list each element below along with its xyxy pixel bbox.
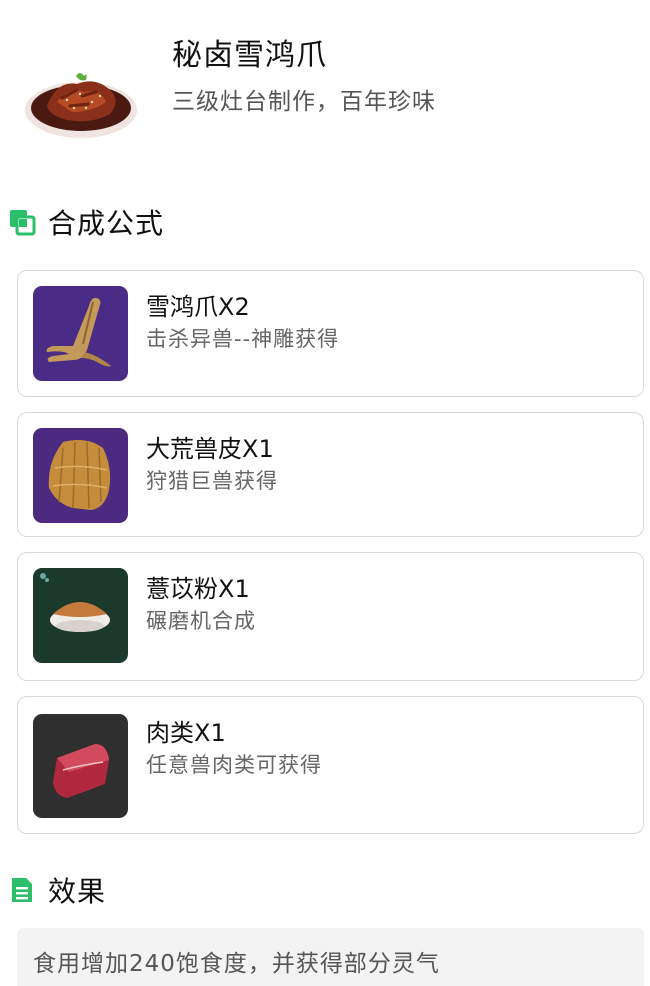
effect-text: 食用增加240饱食度，并获得部分灵气 bbox=[33, 951, 440, 977]
beast-hide-icon bbox=[33, 428, 128, 523]
powder-bowl-icon bbox=[33, 568, 128, 663]
formula-section-title: 合成公式 bbox=[48, 207, 165, 240]
bird-claw-icon bbox=[33, 286, 128, 381]
dish-header: 秘卤雪鸿爪 三级灶台制作，百年珍味 bbox=[0, 0, 650, 170]
ingredient-source: 碾磨机合成 bbox=[146, 609, 256, 633]
dish-subtitle: 三级灶台制作，百年珍味 bbox=[172, 89, 436, 115]
ingredient-card[interactable]: 肉类X1 任意兽肉类可获得 bbox=[17, 696, 644, 834]
ingredient-name: 薏苡粉X1 bbox=[146, 575, 250, 603]
braised-claw-dish-icon bbox=[25, 73, 137, 138]
raw-meat-icon bbox=[33, 714, 128, 818]
effect-box: 食用增加240饱食度，并获得部分灵气 bbox=[17, 928, 644, 986]
page-title: 秘卤雪鸿爪 bbox=[172, 38, 327, 73]
ingredient-card[interactable]: 薏苡粉X1 碾磨机合成 bbox=[17, 552, 644, 681]
ingredient-name: 雪鸿爪X2 bbox=[146, 293, 250, 321]
formula-section-header: 合成公式 bbox=[8, 202, 164, 242]
ingredient-name: 肉类X1 bbox=[146, 719, 226, 747]
ingredient-name: 大荒兽皮X1 bbox=[146, 435, 274, 463]
effect-section-title: 效果 bbox=[48, 875, 107, 908]
ingredient-source: 击杀异兽--神雕获得 bbox=[146, 327, 340, 351]
ingredient-card[interactable]: 雪鸿爪X2 击杀异兽--神雕获得 bbox=[17, 270, 644, 397]
ingredient-card[interactable]: 大荒兽皮X1 狩猎巨兽获得 bbox=[17, 412, 644, 537]
ingredient-source: 任意兽肉类可获得 bbox=[146, 753, 322, 777]
copy-squares-icon bbox=[10, 210, 36, 236]
effect-section-header: 效果 bbox=[8, 870, 106, 910]
ingredient-source: 狩猎巨兽获得 bbox=[146, 469, 278, 493]
document-icon bbox=[12, 878, 32, 902]
